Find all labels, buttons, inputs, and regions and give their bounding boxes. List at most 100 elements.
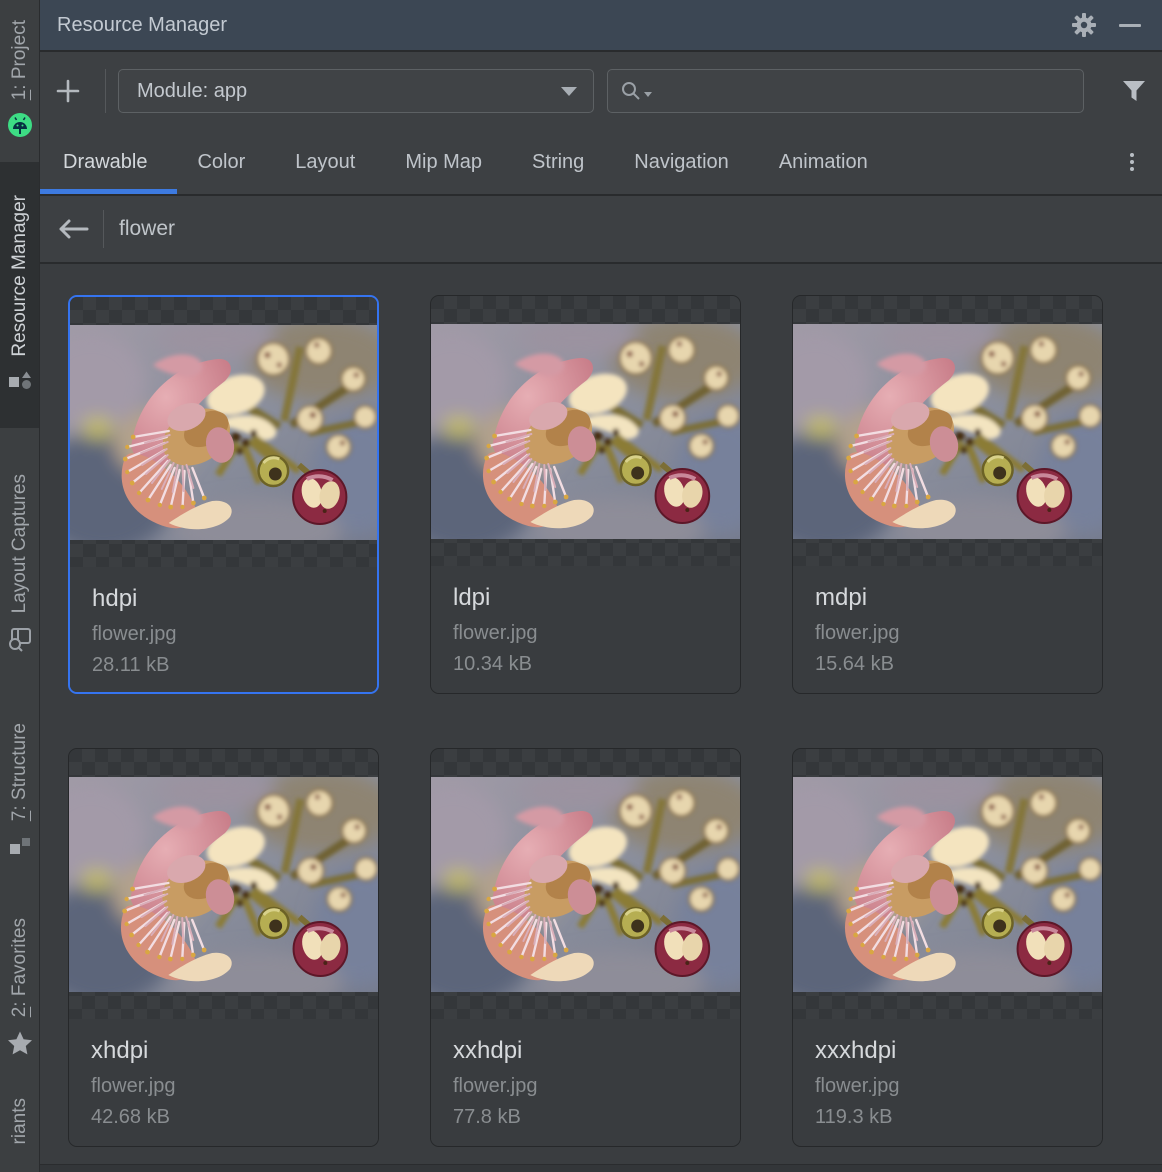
sidebar-item-label: 7: Structure (9, 723, 31, 821)
resource-thumbnail (793, 749, 1102, 1019)
resource-card-meta: hdpi flower.jpg 28.11 kB (70, 567, 377, 692)
sidebar-item-label: Layout Captures (9, 474, 31, 613)
resource-filename: flower.jpg (815, 1075, 1082, 1098)
chevron-down-icon (561, 87, 577, 96)
flower-image (431, 324, 740, 539)
resource-card-xhdpi[interactable]: xhdpi flower.jpg 42.68 kB (68, 748, 379, 1147)
resource-card-meta: ldpi flower.jpg 10.34 kB (431, 566, 740, 693)
flower-image (793, 777, 1102, 992)
tab-string[interactable]: String (532, 151, 584, 174)
panel-bottom-edge (40, 1164, 1162, 1172)
panel-titlebar: Resource Manager (40, 0, 1162, 52)
star-icon (7, 1030, 33, 1056)
resource-card-meta: xhdpi flower.jpg 42.68 kB (69, 1019, 378, 1146)
breadcrumb-bar: flower (40, 196, 1162, 264)
resource-filename: flower.jpg (92, 623, 357, 646)
resource-shapes-icon (7, 369, 33, 395)
resource-card-ldpi[interactable]: ldpi flower.jpg 10.34 kB (430, 295, 741, 694)
resource-filesize: 119.3 kB (815, 1106, 1082, 1129)
resource-filesize: 10.34 kB (453, 653, 720, 676)
tab-mip-map[interactable]: Mip Map (405, 151, 482, 174)
resource-filename: flower.jpg (453, 1075, 720, 1098)
sidebar-item-label: 1: Project (9, 20, 31, 100)
back-button[interactable] (50, 209, 96, 249)
resource-density-label: xxxhdpi (815, 1036, 1082, 1066)
sidebar-item-resource-manager[interactable]: Resource Manager (0, 162, 40, 428)
resource-density-label: ldpi (453, 583, 720, 613)
settings-button[interactable] (1068, 9, 1100, 41)
tab-layout[interactable]: Layout (295, 151, 355, 174)
gear-icon (1071, 12, 1097, 38)
sidebar-item-structure[interactable]: 7: Structure (0, 703, 40, 880)
resource-filesize: 28.11 kB (92, 654, 357, 677)
tool-window-stripe: 1: Project Resource Manager Layout Captu… (0, 0, 40, 1172)
flower-image (69, 777, 378, 992)
resource-card-xxhdpi[interactable]: xxhdpi flower.jpg 77.8 kB (430, 748, 741, 1147)
breadcrumb-current: flower (119, 217, 175, 241)
resource-filesize: 15.64 kB (815, 653, 1082, 676)
resource-card-mdpi[interactable]: mdpi flower.jpg 15.64 kB (792, 295, 1103, 694)
module-dropdown-value: Module: app (137, 80, 561, 103)
resource-density-label: hdpi (92, 584, 357, 614)
back-arrow-icon (57, 218, 89, 240)
resource-density-label: xxhdpi (453, 1036, 720, 1066)
flower-image (431, 777, 740, 992)
resource-thumbnail (70, 297, 377, 567)
tab-color[interactable]: Color (197, 151, 245, 174)
resource-card-meta: mdpi flower.jpg 15.64 kB (793, 566, 1102, 693)
layout-inspector-icon (7, 626, 33, 652)
resource-filesize: 42.68 kB (91, 1106, 358, 1129)
resource-filename: flower.jpg (91, 1075, 358, 1098)
filter-funnel-icon (1122, 80, 1146, 102)
resource-card-xxxhdpi[interactable]: xxxhdpi flower.jpg 119.3 kB (792, 748, 1103, 1147)
resource-density-label: xhdpi (91, 1036, 358, 1066)
sidebar-item-project[interactable]: 1: Project (0, 0, 40, 158)
resource-thumbnail (793, 296, 1102, 566)
resource-grid: hdpi flower.jpg 28.11 kB ldpi flower.jpg… (68, 295, 1162, 1147)
resource-manager-window: 1: Project Resource Manager Layout Captu… (0, 0, 1162, 1172)
search-icon (620, 80, 652, 102)
tab-navigation[interactable]: Navigation (634, 151, 729, 174)
more-tabs-button[interactable] (1120, 148, 1144, 176)
resource-thumbnail (431, 296, 740, 566)
resource-thumbnail (69, 749, 378, 1019)
resource-filename: flower.jpg (815, 622, 1082, 645)
panel-toolbar: Module: app (40, 52, 1162, 130)
plus-icon (56, 79, 80, 103)
tab-drawable[interactable]: Drawable (63, 151, 147, 174)
resource-manager-panel: Resource Manager (40, 0, 1162, 1172)
search-options-chevron-icon (644, 92, 652, 97)
flower-image (70, 325, 377, 540)
structure-icon (7, 834, 33, 860)
resource-card-hdpi[interactable]: hdpi flower.jpg 28.11 kB (68, 295, 379, 694)
sidebar-item-label: riants (9, 1098, 31, 1144)
sidebar-item-layout-captures[interactable]: Layout Captures (0, 446, 40, 680)
toolbar-separator (105, 69, 106, 113)
breadcrumb-separator (103, 210, 104, 248)
sidebar-item-label: 2: Favorites (9, 918, 31, 1017)
flower-image (793, 324, 1102, 539)
add-resource-button[interactable] (40, 69, 96, 113)
resource-filename: flower.jpg (453, 622, 720, 645)
resource-density-label: mdpi (815, 583, 1082, 613)
resource-grid-area: hdpi flower.jpg 28.11 kB ldpi flower.jpg… (40, 264, 1162, 1172)
minimize-button[interactable] (1114, 9, 1146, 41)
search-input[interactable] (660, 80, 1073, 102)
kebab-menu-icon (1130, 153, 1134, 157)
tab-animation[interactable]: Animation (779, 151, 868, 174)
sidebar-item-build-variants[interactable]: riants (0, 1098, 40, 1172)
minimize-icon (1119, 24, 1141, 27)
sidebar-item-label: Resource Manager (9, 195, 31, 357)
sidebar-item-favorites[interactable]: 2: Favorites (0, 898, 40, 1076)
resource-thumbnail (431, 749, 740, 1019)
search-field[interactable] (607, 69, 1084, 113)
android-studio-icon (7, 112, 33, 138)
resource-card-meta: xxhdpi flower.jpg 77.8 kB (431, 1019, 740, 1146)
filter-button[interactable] (1112, 69, 1156, 113)
module-dropdown[interactable]: Module: app (118, 69, 594, 113)
panel-title: Resource Manager (57, 14, 1068, 37)
resource-card-meta: xxxhdpi flower.jpg 119.3 kB (793, 1019, 1102, 1146)
resource-type-tabs: Drawable Color Layout Mip Map String Nav… (40, 130, 1162, 196)
active-tab-underline (40, 189, 177, 194)
resource-filesize: 77.8 kB (453, 1106, 720, 1129)
